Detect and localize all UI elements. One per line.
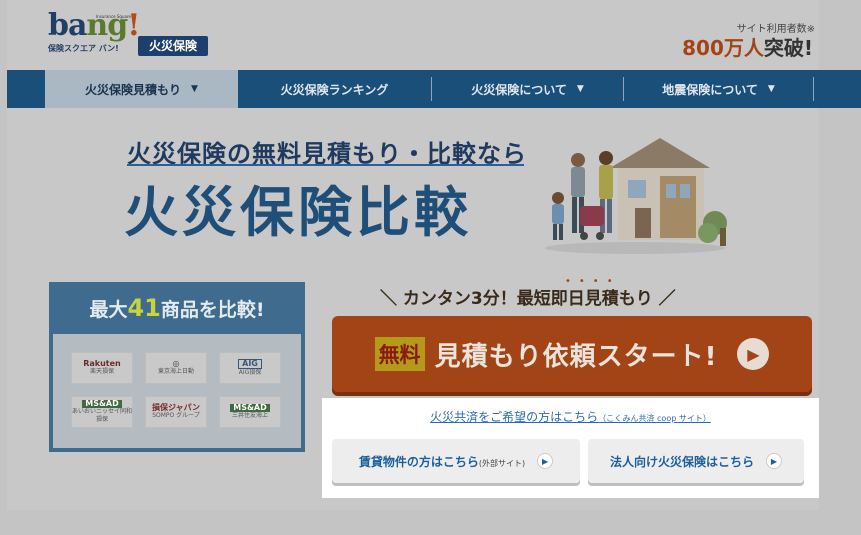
nav-item-label: 火災保険について bbox=[471, 82, 567, 97]
nav-item-about-earthquake[interactable]: 地震保険について ▼ bbox=[624, 70, 813, 108]
insurer-logo-aig: AIG AIG損保 bbox=[219, 352, 281, 384]
insurer-logo-main: MS&AD bbox=[230, 404, 270, 412]
alt-links-panel: 火災共済をご希望の方はこちら（こくみん共済 coop サイト） 賃貸物件の方はこ… bbox=[322, 398, 819, 498]
rental-property-button[interactable]: 賃貸物件の方はこちら(外部サイト) ▶ bbox=[332, 439, 580, 483]
insurer-logo-main: MS&AD bbox=[82, 400, 122, 408]
quote-start-label: 見積もり依頼スタート! bbox=[434, 341, 718, 372]
hero-title: 火災保険比較 bbox=[124, 181, 472, 244]
insurer-logo-sub: あいおいニッセイ同和損保 bbox=[72, 408, 133, 423]
kyosai-link-label: 火災共済をご希望の方はこちら bbox=[430, 410, 599, 424]
quote-start-button[interactable]: 無料 見積もり依頼スタート! ▶ bbox=[332, 316, 812, 392]
logo-tagline: 保険スクエア バン! bbox=[48, 44, 119, 53]
nav-divider bbox=[813, 77, 814, 101]
users-count: 800万人突破! bbox=[682, 32, 813, 61]
play-arrow-icon: ▶ bbox=[766, 453, 782, 469]
chevron-down-icon: ▼ bbox=[576, 84, 584, 94]
play-arrow-icon: ▶ bbox=[537, 453, 554, 469]
users-count-suffix: 突破! bbox=[763, 36, 813, 60]
site-logo[interactable]: bang! Insurance Square 保険スクエア バン! bbox=[48, 8, 140, 58]
insurer-logo-sub: 東京海上日動 bbox=[157, 368, 194, 375]
insurer-logo-sompo: 損保ジャパン SOMPO グループ bbox=[145, 396, 207, 428]
page-background: bang! Insurance Square 保険スクエア バン! 火災保険 サ… bbox=[0, 0, 861, 535]
insurer-logo-main: AIG bbox=[238, 359, 262, 369]
rental-label-text: 賃貸物件の方はこちら bbox=[358, 454, 479, 469]
corporate-insurance-button[interactable]: 法人向け火災保険はこちら ▶ bbox=[588, 439, 804, 483]
nav-item-about-fire[interactable]: 火災保険について ▼ bbox=[432, 70, 623, 108]
nav-item-ranking[interactable]: 火災保険ランキング bbox=[238, 70, 431, 108]
insurer-logo-grid: Rakuten 楽天損保 ◎ 東京海上日動 AIG AIG損保 MS&AD あい… bbox=[53, 334, 301, 448]
insurer-logo-sub: 三井住友海上 bbox=[231, 412, 268, 419]
insurer-logo-aioi: MS&AD あいおいニッセイ同和損保 bbox=[71, 396, 133, 428]
main-nav: 火災保険見積もり ▼ 火災保険ランキング 火災保険について ▼ 地震保険について… bbox=[7, 70, 861, 108]
insurer-logo-sub: 楽天損保 bbox=[89, 368, 114, 375]
nav-item-label: 地震保険について bbox=[662, 82, 758, 97]
kyosai-link-note: （こくみん共済 coop サイト） bbox=[598, 414, 711, 423]
nav-item-label: 火災保険ランキング bbox=[280, 82, 389, 97]
rental-label-note: (外部サイト) bbox=[478, 458, 526, 468]
compare-products-box: 最大41商品を比較! Rakuten 楽天損保 ◎ 東京海上日動 AIG AIG… bbox=[49, 282, 305, 452]
insurer-logo-sub: SOMPO グループ bbox=[152, 412, 200, 419]
corporate-insurance-label: 法人向け火災保険はこちら bbox=[609, 454, 754, 469]
product-badge: 火災保険 bbox=[138, 36, 208, 56]
users-count-number: 800万人 bbox=[682, 36, 764, 60]
rental-property-label: 賃貸物件の方はこちら(外部サイト) bbox=[359, 453, 525, 470]
insurer-logo-main: Rakuten bbox=[83, 359, 121, 368]
family-house-illustration bbox=[545, 138, 727, 254]
nav-item-label: 火災保険見積もり bbox=[85, 82, 182, 97]
insurer-logo-rakuten: Rakuten 楽天損保 bbox=[71, 352, 133, 384]
chevron-down-icon: ▼ bbox=[767, 84, 775, 94]
free-badge: 無料 bbox=[374, 337, 425, 371]
kyosai-link[interactable]: 火災共済をご希望の方はこちら（こくみん共済 coop サイト） bbox=[322, 408, 819, 425]
insurer-logo-tokio: ◎ 東京海上日動 bbox=[145, 352, 207, 384]
hero-underline bbox=[127, 164, 524, 166]
insurer-logo-main: ◎ bbox=[172, 359, 180, 368]
play-arrow-icon: ▶ bbox=[737, 338, 770, 370]
cta-lead-text: ＼ カンタン3分！最短即日見積もり ／ bbox=[380, 289, 676, 309]
insurer-logo-main: 損保ジャパン bbox=[152, 403, 200, 412]
chevron-down-icon: ▼ bbox=[191, 84, 198, 94]
compare-title-suffix: 商品を比較! bbox=[160, 299, 265, 321]
insurer-logo-mitsui: MS&AD 三井住友海上 bbox=[219, 396, 281, 428]
nav-item-estimate[interactable]: 火災保険見積もり ▼ bbox=[45, 70, 238, 108]
compare-title-number: 41 bbox=[127, 294, 161, 322]
logo-mini-text: Insurance Square bbox=[96, 14, 131, 19]
compare-title: 最大41商品を比較! bbox=[49, 282, 305, 334]
compare-title-prefix: 最大 bbox=[89, 299, 128, 321]
insurer-logo-sub: AIG損保 bbox=[238, 369, 262, 376]
